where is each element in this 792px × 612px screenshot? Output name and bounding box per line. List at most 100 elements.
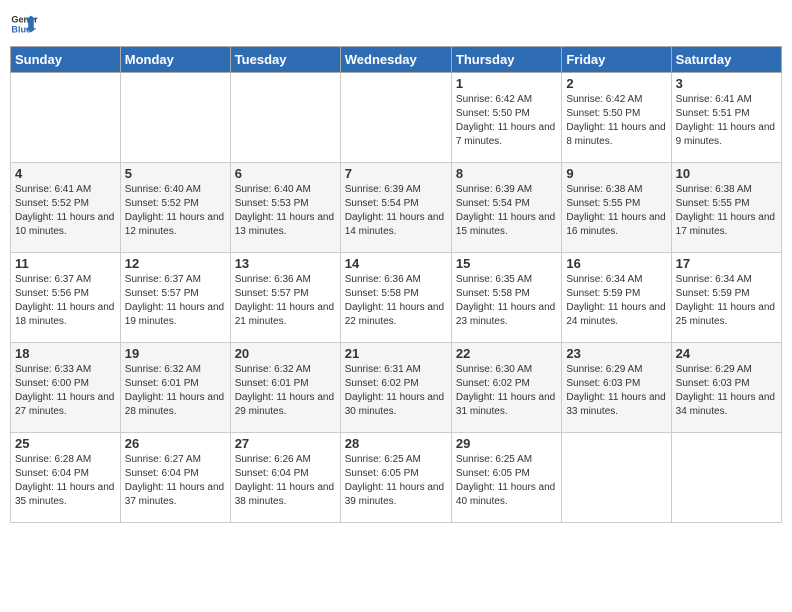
day-info: Sunrise: 6:41 AMSunset: 5:51 PMDaylight:… — [676, 93, 777, 149]
calendar-day-cell: 18 Sunrise: 6:33 AMSunset: 6:00 PMDayligh… — [11, 343, 121, 433]
day-info: Sunrise: 6:29 AMSunset: 6:03 PMDaylight:… — [566, 363, 666, 419]
day-number: 24 — [676, 346, 777, 361]
day-number: 15 — [456, 256, 557, 271]
day-number: 6 — [235, 166, 336, 181]
calendar-week-row: 4 Sunrise: 6:41 AMSunset: 5:52 PMDaylight… — [11, 163, 782, 253]
day-number: 22 — [456, 346, 557, 361]
day-number: 25 — [15, 436, 116, 451]
calendar-week-row: 18 Sunrise: 6:33 AMSunset: 6:00 PMDayligh… — [11, 343, 782, 433]
day-info: Sunrise: 6:36 AMSunset: 5:58 PMDaylight:… — [345, 273, 447, 329]
day-info: Sunrise: 6:29 AMSunset: 6:03 PMDaylight:… — [676, 363, 777, 419]
day-info: Sunrise: 6:28 AMSunset: 6:04 PMDaylight:… — [15, 453, 116, 509]
day-number: 9 — [566, 166, 666, 181]
logo-icon: General Blue — [10, 10, 38, 38]
calendar-day-cell: 24 Sunrise: 6:29 AMSunset: 6:03 PMDayligh… — [671, 343, 781, 433]
day-number: 19 — [125, 346, 226, 361]
day-info: Sunrise: 6:35 AMSunset: 5:58 PMDaylight:… — [456, 273, 557, 329]
day-info: Sunrise: 6:38 AMSunset: 5:55 PMDaylight:… — [676, 183, 777, 239]
calendar-day-cell — [340, 73, 451, 163]
calendar-day-cell: 13Sunrise: 6:36 AMSunset: 5:57 PMDayligh… — [230, 253, 340, 343]
calendar-day-cell: 27 Sunrise: 6:26 AMSunset: 6:04 PMDayligh… — [230, 433, 340, 523]
calendar-day-cell: 1 Sunrise: 6:42 AMSunset: 5:50 PMDaylight… — [451, 73, 561, 163]
logo: General Blue — [10, 10, 38, 38]
day-number: 23 — [566, 346, 666, 361]
calendar-day-cell — [120, 73, 230, 163]
day-number: 4 — [15, 166, 116, 181]
calendar-week-row: 11Sunrise: 6:37 AMSunset: 5:56 PMDayligh… — [11, 253, 782, 343]
day-info: Sunrise: 6:39 AMSunset: 5:54 PMDaylight:… — [456, 183, 557, 239]
calendar-day-cell — [11, 73, 121, 163]
calendar-day-cell: 21Sunrise: 6:31 AMSunset: 6:02 PMDayligh… — [340, 343, 451, 433]
day-number: 29 — [456, 436, 557, 451]
calendar-table: SundayMondayTuesdayWednesdayThursdayFrid… — [10, 46, 782, 523]
calendar-day-cell: 8Sunrise: 6:39 AMSunset: 5:54 PMDaylight… — [451, 163, 561, 253]
day-of-week-header: Monday — [120, 47, 230, 73]
day-number: 20 — [235, 346, 336, 361]
day-number: 17 — [676, 256, 777, 271]
day-number: 12 — [125, 256, 226, 271]
day-info: Sunrise: 6:33 AMSunset: 6:00 PMDaylight:… — [15, 363, 116, 419]
calendar-day-cell — [562, 433, 671, 523]
calendar-day-cell: 12 Sunrise: 6:37 AMSunset: 5:57 PMDayligh… — [120, 253, 230, 343]
day-number: 28 — [345, 436, 447, 451]
day-number: 16 — [566, 256, 666, 271]
calendar-day-cell: 25 Sunrise: 6:28 AMSunset: 6:04 PMDayligh… — [11, 433, 121, 523]
calendar-day-cell: 10 Sunrise: 6:38 AMSunset: 5:55 PMDayligh… — [671, 163, 781, 253]
day-of-week-header: Thursday — [451, 47, 561, 73]
calendar-day-cell: 28 Sunrise: 6:25 AMSunset: 6:05 PMDayligh… — [340, 433, 451, 523]
day-info: Sunrise: 6:25 AMSunset: 6:05 PMDaylight:… — [456, 453, 557, 509]
calendar-day-cell: 11Sunrise: 6:37 AMSunset: 5:56 PMDayligh… — [11, 253, 121, 343]
calendar-day-cell: 2 Sunrise: 6:42 AMSunset: 5:50 PMDaylight… — [562, 73, 671, 163]
day-number: 14 — [345, 256, 447, 271]
calendar-day-cell: 26 Sunrise: 6:27 AMSunset: 6:04 PMDayligh… — [120, 433, 230, 523]
day-number: 7 — [345, 166, 447, 181]
day-info: Sunrise: 6:41 AMSunset: 5:52 PMDaylight:… — [15, 183, 116, 239]
calendar-day-cell: 5 Sunrise: 6:40 AMSunset: 5:52 PMDaylight… — [120, 163, 230, 253]
day-info: Sunrise: 6:39 AMSunset: 5:54 PMDaylight:… — [345, 183, 447, 239]
day-info: Sunrise: 6:42 AMSunset: 5:50 PMDaylight:… — [566, 93, 666, 149]
day-info: Sunrise: 6:25 AMSunset: 6:05 PMDaylight:… — [345, 453, 447, 509]
calendar-day-cell — [671, 433, 781, 523]
calendar-header-row: SundayMondayTuesdayWednesdayThursdayFrid… — [11, 47, 782, 73]
day-info: Sunrise: 6:27 AMSunset: 6:04 PMDaylight:… — [125, 453, 226, 509]
calendar-day-cell: 14 Sunrise: 6:36 AMSunset: 5:58 PMDayligh… — [340, 253, 451, 343]
header: General Blue — [10, 10, 782, 38]
day-info: Sunrise: 6:32 AMSunset: 6:01 PMDaylight:… — [125, 363, 226, 419]
day-number: 1 — [456, 76, 557, 91]
day-of-week-header: Friday — [562, 47, 671, 73]
calendar-week-row: 25 Sunrise: 6:28 AMSunset: 6:04 PMDayligh… — [11, 433, 782, 523]
calendar-day-cell: 20 Sunrise: 6:32 AMSunset: 6:01 PMDayligh… — [230, 343, 340, 433]
day-info: Sunrise: 6:26 AMSunset: 6:04 PMDaylight:… — [235, 453, 336, 509]
day-info: Sunrise: 6:34 AMSunset: 5:59 PMDaylight:… — [566, 273, 666, 329]
day-number: 26 — [125, 436, 226, 451]
day-info: Sunrise: 6:32 AMSunset: 6:01 PMDaylight:… — [235, 363, 336, 419]
calendar-day-cell: 7 Sunrise: 6:39 AMSunset: 5:54 PMDaylight… — [340, 163, 451, 253]
day-info: Sunrise: 6:37 AMSunset: 5:56 PMDaylight:… — [15, 273, 116, 329]
calendar-day-cell: 16 Sunrise: 6:34 AMSunset: 5:59 PMDayligh… — [562, 253, 671, 343]
day-info: Sunrise: 6:42 AMSunset: 5:50 PMDaylight:… — [456, 93, 557, 149]
calendar-week-row: 1 Sunrise: 6:42 AMSunset: 5:50 PMDaylight… — [11, 73, 782, 163]
day-of-week-header: Sunday — [11, 47, 121, 73]
day-number: 2 — [566, 76, 666, 91]
day-number: 10 — [676, 166, 777, 181]
day-info: Sunrise: 6:34 AMSunset: 5:59 PMDaylight:… — [676, 273, 777, 329]
calendar-day-cell — [230, 73, 340, 163]
calendar-day-cell: 19 Sunrise: 6:32 AMSunset: 6:01 PMDayligh… — [120, 343, 230, 433]
day-info: Sunrise: 6:30 AMSunset: 6:02 PMDaylight:… — [456, 363, 557, 419]
day-of-week-header: Saturday — [671, 47, 781, 73]
day-info: Sunrise: 6:36 AMSunset: 5:57 PMDaylight:… — [235, 273, 336, 329]
day-number: 18 — [15, 346, 116, 361]
day-info: Sunrise: 6:40 AMSunset: 5:52 PMDaylight:… — [125, 183, 226, 239]
day-info: Sunrise: 6:38 AMSunset: 5:55 PMDaylight:… — [566, 183, 666, 239]
calendar-day-cell: 17 Sunrise: 6:34 AMSunset: 5:59 PMDayligh… — [671, 253, 781, 343]
day-of-week-header: Tuesday — [230, 47, 340, 73]
calendar-day-cell: 4 Sunrise: 6:41 AMSunset: 5:52 PMDaylight… — [11, 163, 121, 253]
day-number: 21 — [345, 346, 447, 361]
day-info: Sunrise: 6:37 AMSunset: 5:57 PMDaylight:… — [125, 273, 226, 329]
calendar-day-cell: 6Sunrise: 6:40 AMSunset: 5:53 PMDaylight… — [230, 163, 340, 253]
calendar-day-cell: 3Sunrise: 6:41 AMSunset: 5:51 PMDaylight… — [671, 73, 781, 163]
calendar-day-cell: 15 Sunrise: 6:35 AMSunset: 5:58 PMDayligh… — [451, 253, 561, 343]
day-number: 5 — [125, 166, 226, 181]
calendar-day-cell: 23 Sunrise: 6:29 AMSunset: 6:03 PMDayligh… — [562, 343, 671, 433]
day-number: 27 — [235, 436, 336, 451]
